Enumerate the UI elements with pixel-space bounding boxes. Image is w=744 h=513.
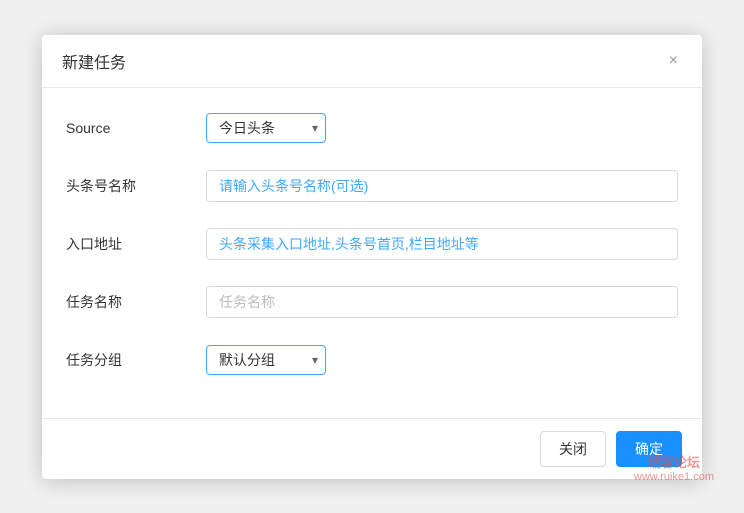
modal-footer: 关闭 确定 bbox=[42, 418, 702, 479]
headline-name-input[interactable] bbox=[206, 170, 678, 202]
modal-body: Source 今日头条 微博 微信 头条号名称 bbox=[42, 88, 702, 418]
source-row: Source 今日头条 微博 微信 bbox=[66, 108, 678, 148]
task-group-select[interactable]: 默认分组 自定义分组 bbox=[206, 345, 326, 375]
task-name-label: 任务名称 bbox=[66, 292, 206, 312]
task-group-label: 任务分组 bbox=[66, 350, 206, 370]
modal-overlay: 新建任务 × Source 今日头条 微博 微信 bbox=[0, 0, 744, 513]
entry-url-row: 入口地址 bbox=[66, 224, 678, 264]
modal-header: 新建任务 × bbox=[42, 35, 702, 88]
cancel-button[interactable]: 关闭 bbox=[540, 431, 606, 467]
task-group-row: 任务分组 默认分组 自定义分组 bbox=[66, 340, 678, 380]
source-label: Source bbox=[66, 120, 206, 136]
task-name-row: 任务名称 bbox=[66, 282, 678, 322]
watermark: 瑞客论坛 www.ruike1.com bbox=[634, 452, 714, 483]
headline-name-label: 头条号名称 bbox=[66, 176, 206, 196]
watermark-url: www.ruike1.com bbox=[634, 471, 714, 483]
entry-url-input[interactable] bbox=[206, 228, 678, 260]
headline-name-row: 头条号名称 bbox=[66, 166, 678, 206]
entry-url-label: 入口地址 bbox=[66, 234, 206, 254]
source-select-wrapper: 今日头条 微博 微信 bbox=[206, 113, 326, 143]
entry-url-control bbox=[206, 228, 678, 260]
modal-title: 新建任务 bbox=[62, 49, 126, 73]
watermark-name: 瑞客论坛 bbox=[634, 452, 714, 471]
headline-name-control bbox=[206, 170, 678, 202]
source-control: 今日头条 微博 微信 bbox=[206, 113, 678, 143]
task-group-select-wrapper: 默认分组 自定义分组 bbox=[206, 345, 326, 375]
source-select[interactable]: 今日头条 微博 微信 bbox=[206, 113, 326, 143]
dialog: 新建任务 × Source 今日头条 微博 微信 bbox=[42, 35, 702, 479]
close-icon-button[interactable]: × bbox=[665, 51, 682, 71]
task-name-input[interactable] bbox=[206, 286, 678, 318]
task-group-control: 默认分组 自定义分组 bbox=[206, 345, 678, 375]
task-name-control bbox=[206, 286, 678, 318]
